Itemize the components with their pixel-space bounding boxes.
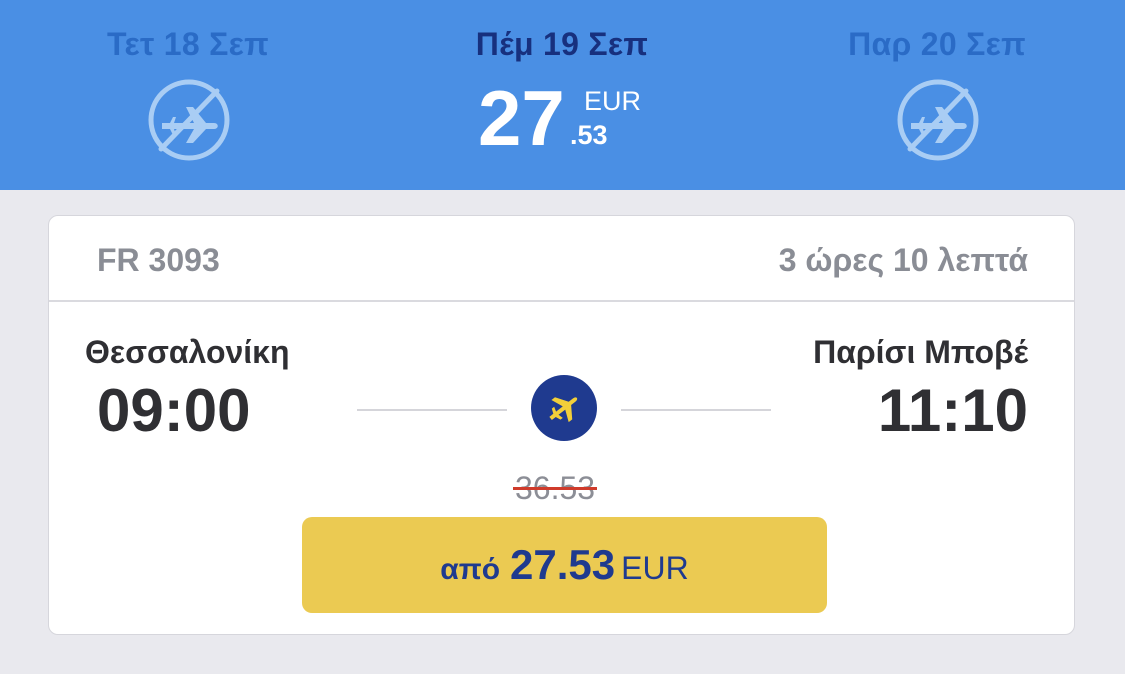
fare-currency: EUR (621, 550, 689, 586)
flight-card[interactable]: FR 3093 3 ώρες 10 λεπτά Θεσσαλονίκη 09:0… (48, 215, 1075, 635)
route-line-left (357, 409, 507, 411)
date-label: Πέμ 19 Σεπ (475, 26, 649, 62)
arrival-time: 11:10 (877, 377, 1028, 444)
departure-time: 09:00 (97, 377, 251, 444)
select-fare-button[interactable]: από 27.53 EUR (302, 517, 827, 613)
flight-card-header: FR 3093 3 ώρες 10 λεπτά (49, 216, 1074, 302)
no-flight-icon (897, 79, 979, 161)
flight-number: FR 3093 (97, 242, 220, 278)
date-option-prev[interactable]: Τετ 18 Σεπ (38, 0, 338, 190)
selected-date-price: 27 EUR .53 (412, 78, 712, 158)
date-option-selected[interactable]: Πέμ 19 Σεπ 27 EUR .53 (412, 0, 712, 190)
price-decimals: .53 (570, 120, 608, 150)
destination-city: Παρίσι Μποβέ (813, 334, 1028, 370)
no-flight-icon (148, 79, 230, 161)
origin-city: Θεσσαλονίκη (85, 334, 290, 370)
date-label: Τετ 18 Σεπ (107, 26, 269, 62)
fare-button-content: από 27.53 EUR (302, 541, 827, 589)
original-price: 36.53 (513, 470, 598, 507)
date-selector: Τετ 18 Σεπ Πέμ 19 Σεπ 27 EUR .53 Παρ 20 … (0, 0, 1125, 190)
price-currency: EUR (584, 86, 642, 116)
fare-from-label: από (440, 553, 501, 586)
date-label: Παρ 20 Σεπ (848, 26, 1026, 62)
route-line-right (621, 409, 771, 411)
strikethrough (513, 487, 598, 490)
flight-duration: 3 ώρες 10 λεπτά (778, 242, 1028, 278)
price-integer: 27 (478, 74, 565, 162)
date-option-next[interactable]: Παρ 20 Σεπ (787, 0, 1087, 190)
airplane-icon (531, 375, 597, 441)
fare-amount: 27.53 (510, 541, 616, 588)
